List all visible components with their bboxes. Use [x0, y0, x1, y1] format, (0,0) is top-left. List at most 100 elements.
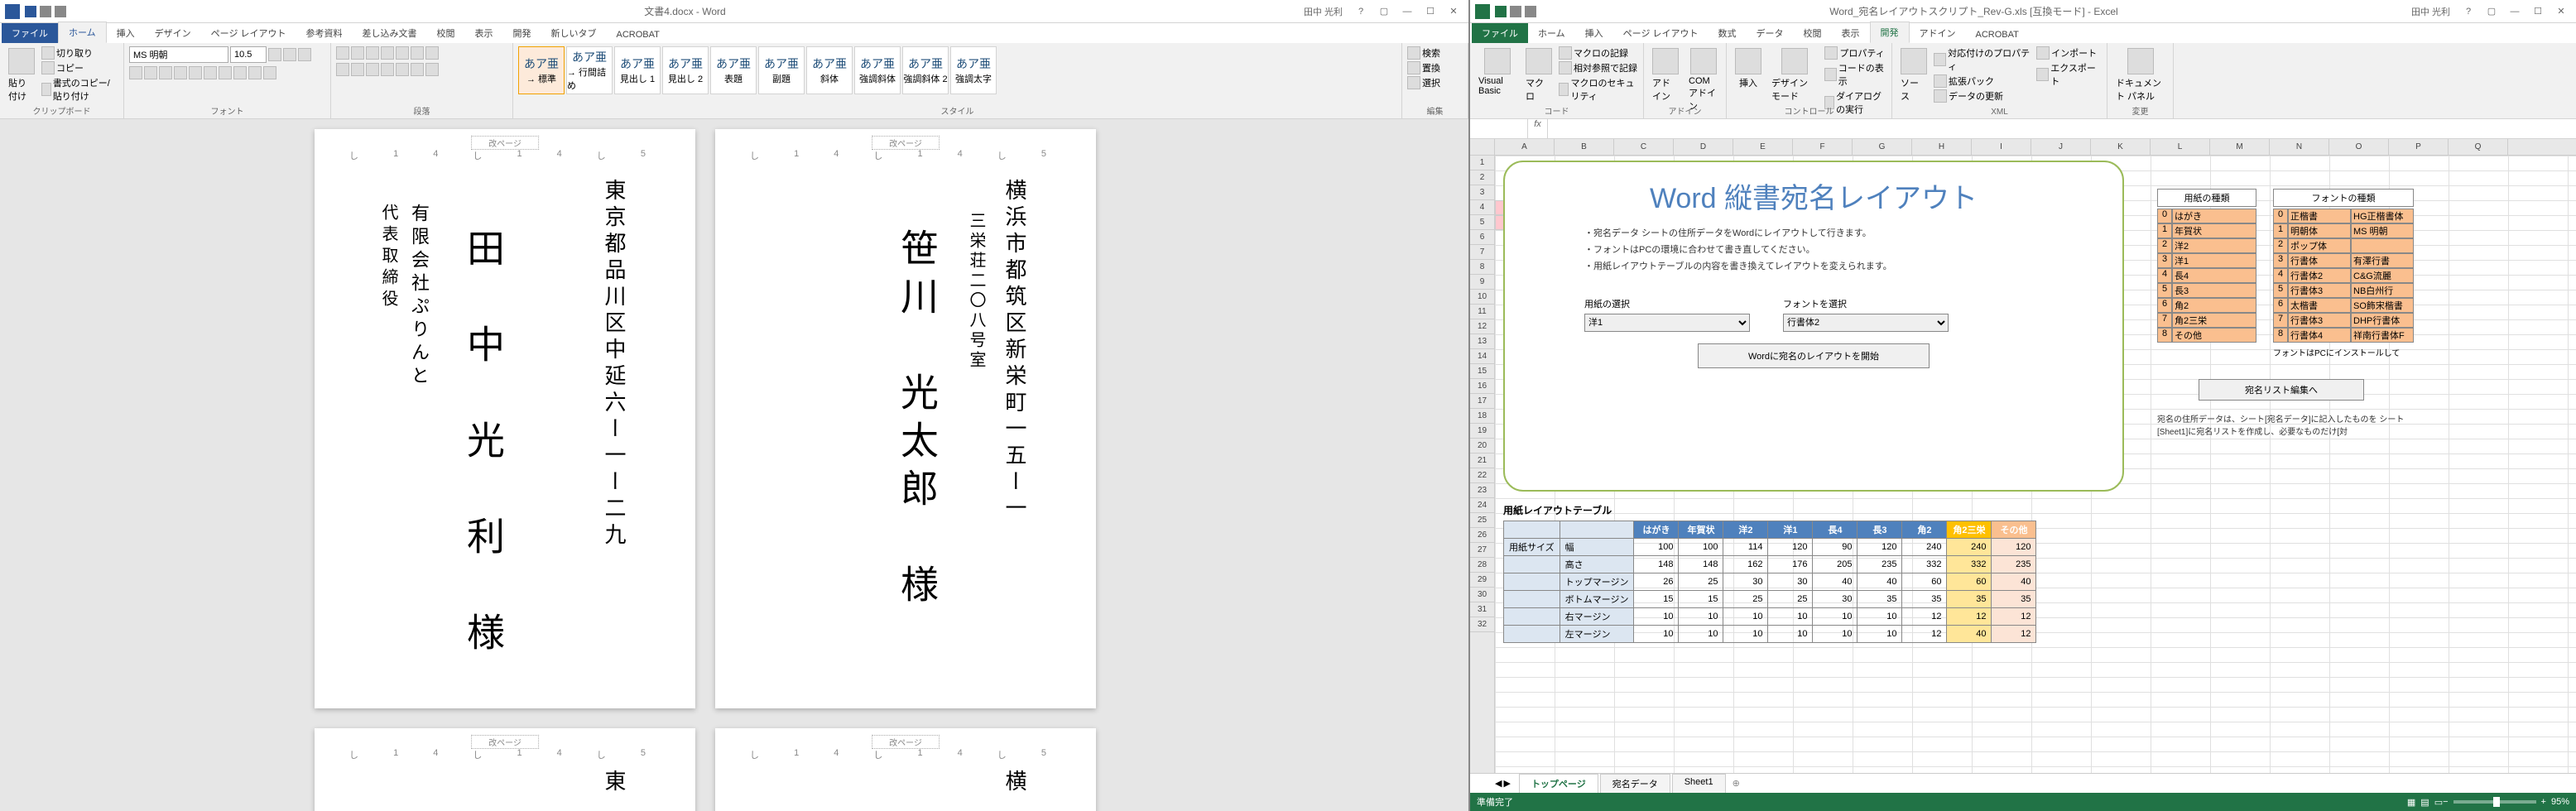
col-header[interactable]: F: [1793, 139, 1853, 155]
table-row[interactable]: 2ポップ体: [2273, 238, 2414, 253]
align-right-icon[interactable]: [366, 63, 379, 76]
row-header[interactable]: 13: [1470, 334, 1494, 349]
help-icon[interactable]: ?: [1351, 4, 1371, 19]
table-row[interactable]: 3行書体有澤行書: [2273, 253, 2414, 268]
row-header[interactable]: 25: [1470, 513, 1494, 528]
clear-format-icon[interactable]: [298, 48, 311, 61]
expansion-button[interactable]: 拡張パック: [1934, 74, 2033, 88]
redo-icon[interactable]: [55, 6, 66, 17]
replace-button[interactable]: 置換: [1407, 61, 1440, 74]
sheet-tab[interactable]: 宛名データ: [1600, 774, 1670, 794]
subscript-icon[interactable]: [189, 66, 202, 79]
close-icon[interactable]: ✕: [2551, 4, 2571, 19]
start-layout-button[interactable]: Wordに宛名のレイアウトを開始: [1698, 343, 1930, 368]
style-gallery[interactable]: あア亜→ 標準あア亜→ 行間詰めあア亜見出し 1あア亜見出し 2あア亜表題あア亜…: [518, 46, 997, 99]
tab-挿入[interactable]: 挿入: [1575, 23, 1613, 43]
fx-icon[interactable]: fx: [1528, 119, 1548, 138]
table-row[interactable]: 6角2: [2157, 298, 2256, 313]
design-mode-button[interactable]: デザイン モード: [1768, 46, 1821, 104]
col-header[interactable]: I: [1972, 139, 2031, 155]
table-row[interactable]: 8その他: [2157, 328, 2256, 343]
zoom-out-icon[interactable]: −: [2443, 797, 2448, 807]
row-header[interactable]: 31: [1470, 602, 1494, 617]
save-icon[interactable]: [1495, 6, 1507, 17]
paper-select[interactable]: 洋1: [1584, 314, 1750, 332]
table-row[interactable]: 7行書体3DHP行書体: [2273, 313, 2414, 328]
maximize-icon[interactable]: ☐: [1420, 4, 1440, 19]
excel-user[interactable]: 田中 光利: [2411, 5, 2450, 18]
new-sheet-button[interactable]: ⊕: [1733, 778, 1740, 789]
italic-icon[interactable]: [144, 66, 157, 79]
relative-ref-button[interactable]: 相対参照で記録: [1559, 61, 1638, 74]
tab-校閲[interactable]: 校閲: [1794, 23, 1832, 43]
table-row[interactable]: 1年賀状: [2157, 223, 2256, 238]
row-header[interactable]: 11: [1470, 305, 1494, 319]
help-icon[interactable]: ?: [2458, 4, 2478, 19]
table-row[interactable]: 0はがき: [2157, 209, 2256, 223]
ribbon-toggle-icon[interactable]: ▢: [2482, 4, 2502, 19]
table-row[interactable]: 4行書体2C&G流麗: [2273, 268, 2414, 283]
row-header[interactable]: 1: [1470, 156, 1494, 170]
indent-dec-icon[interactable]: [381, 46, 394, 60]
tab-差し込み文書[interactable]: 差し込み文書: [353, 23, 427, 43]
tab-ファイル[interactable]: ファイル: [2, 23, 58, 43]
table-row[interactable]: 2洋2: [2157, 238, 2256, 253]
paste-button[interactable]: 貼り付け: [5, 46, 38, 104]
bullets-icon[interactable]: [336, 46, 349, 60]
import-button[interactable]: インポート: [2036, 46, 2102, 60]
tab-開発[interactable]: 開発: [503, 23, 541, 43]
style-item[interactable]: あア亜強調斜体 2: [902, 46, 949, 94]
row-header[interactable]: 18: [1470, 409, 1494, 424]
close-icon[interactable]: ✕: [1444, 4, 1463, 19]
row-headers[interactable]: 1234567891011121314151617181920212223242…: [1470, 139, 1495, 773]
row-header[interactable]: 23: [1470, 483, 1494, 498]
format-painter-button[interactable]: 書式のコピー/貼り付け: [41, 76, 118, 103]
refresh-button[interactable]: データの更新: [1934, 89, 2033, 103]
insert-control-button[interactable]: 挿入: [1732, 46, 1765, 91]
copy-button[interactable]: コピー: [41, 61, 118, 74]
cell-grid[interactable]: 22 22 Word 縦書宛名レイアウト ・宛名データ シートの住所データをWo…: [1495, 156, 2576, 773]
style-item[interactable]: あア亜見出し 1: [614, 46, 661, 94]
col-header[interactable]: H: [1912, 139, 1972, 155]
col-header[interactable]: E: [1733, 139, 1793, 155]
layout-data-table[interactable]: はがき年賀状洋2洋1長4長3角2角2三栄その他用紙サイズ幅10010011412…: [1503, 521, 2036, 643]
properties-button[interactable]: プロパティ: [1824, 46, 1886, 60]
worksheet[interactable]: 1234567891011121314151617181920212223242…: [1470, 139, 2576, 773]
visual-basic-button[interactable]: Visual Basic: [1475, 46, 1519, 98]
multilevel-icon[interactable]: [366, 46, 379, 60]
source-button[interactable]: ソース: [1897, 46, 1930, 104]
style-item[interactable]: あア亜強調斜体: [854, 46, 901, 94]
col-header[interactable]: D: [1674, 139, 1733, 155]
zoom-value[interactable]: 95%: [2551, 797, 2569, 807]
borders-icon[interactable]: [425, 63, 439, 76]
text-effects-icon[interactable]: [219, 66, 232, 79]
strike-icon[interactable]: [174, 66, 187, 79]
addins-button[interactable]: アドイン: [1649, 46, 1682, 104]
edit-list-button[interactable]: 宛名リスト編集へ: [2199, 379, 2364, 401]
col-header[interactable]: N: [2270, 139, 2329, 155]
row-header[interactable]: 26: [1470, 528, 1494, 543]
tab-ACROBAT[interactable]: ACROBAT: [1966, 26, 2029, 43]
tab-アドイン[interactable]: アドイン: [1910, 23, 1966, 43]
table-row[interactable]: 4長4: [2157, 268, 2256, 283]
row-header[interactable]: 9: [1470, 275, 1494, 290]
word-document-area[interactable]: 改ページ し14し14し5 東京都品川区中延六ー一ー二九 有限会社ぷりんと 代表…: [0, 119, 1468, 811]
col-header[interactable]: M: [2210, 139, 2270, 155]
row-header[interactable]: 30: [1470, 588, 1494, 602]
font-name-select[interactable]: [129, 46, 228, 63]
tab-ACROBAT[interactable]: ACROBAT: [607, 26, 670, 43]
cut-button[interactable]: 切り取り: [41, 46, 118, 60]
table-row[interactable]: 1明朝体MS 明朝: [2273, 223, 2414, 238]
sheet-nav-last[interactable]: ▶: [1503, 778, 1510, 789]
col-header[interactable]: Q: [2449, 139, 2508, 155]
underline-icon[interactable]: [159, 66, 172, 79]
view-normal-icon[interactable]: ▦: [2407, 797, 2415, 808]
tab-挿入[interactable]: 挿入: [107, 23, 145, 43]
tab-ページ レイアウト[interactable]: ページ レイアウト: [1613, 23, 1709, 43]
zoom-in-icon[interactable]: +: [2541, 797, 2546, 807]
undo-icon[interactable]: [40, 6, 51, 17]
col-header[interactable]: P: [2389, 139, 2449, 155]
table-row[interactable]: 7角2三栄: [2157, 313, 2256, 328]
tab-数式[interactable]: 数式: [1709, 23, 1747, 43]
minimize-icon[interactable]: —: [1397, 4, 1417, 19]
